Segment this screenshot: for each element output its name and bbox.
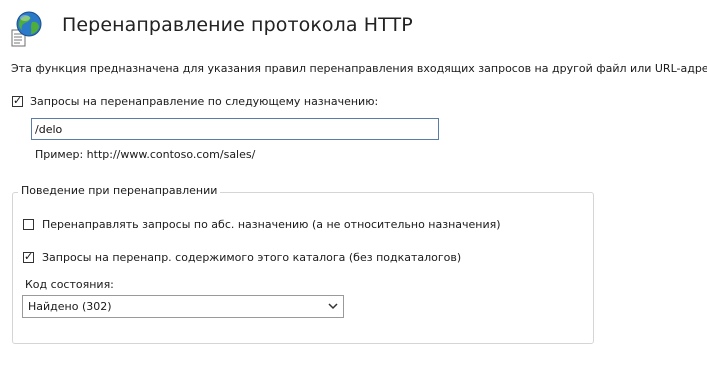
redirect-behavior-group (12, 192, 594, 344)
feature-description: Эта функция предназначена для указания п… (11, 62, 707, 75)
absolute-redirect-checkbox[interactable] (23, 219, 34, 230)
status-code-label: Код состояния: (25, 278, 114, 291)
checkmark-icon: ✓ (13, 94, 23, 107)
redirect-behavior-group-title: Поведение при перенаправлении (18, 184, 221, 197)
redirect-destination-input[interactable] (31, 118, 439, 140)
status-code-select[interactable]: Найдено (302) (22, 295, 344, 318)
checkmark-icon: ✓ (24, 250, 34, 263)
status-code-selected-value: Найдено (302) (28, 300, 112, 313)
directory-only-redirect-label[interactable]: Запросы на перенапр. содержимого этого к… (42, 251, 461, 264)
destination-example-text: Пример: http://www.contoso.com/sales/ (35, 148, 256, 161)
http-redirect-feature-icon (10, 10, 44, 48)
redirect-enabled-checkbox[interactable]: ✓ (12, 94, 23, 107)
redirect-enabled-label[interactable]: Запросы на перенаправление по следующему… (30, 95, 378, 108)
chevron-down-icon (327, 299, 339, 313)
page-title: Перенаправление протокола HTTP (62, 14, 413, 36)
absolute-redirect-label[interactable]: Перенаправлять запросы по абс. назначени… (42, 218, 501, 231)
directory-only-redirect-checkbox[interactable]: ✓ (23, 250, 34, 263)
